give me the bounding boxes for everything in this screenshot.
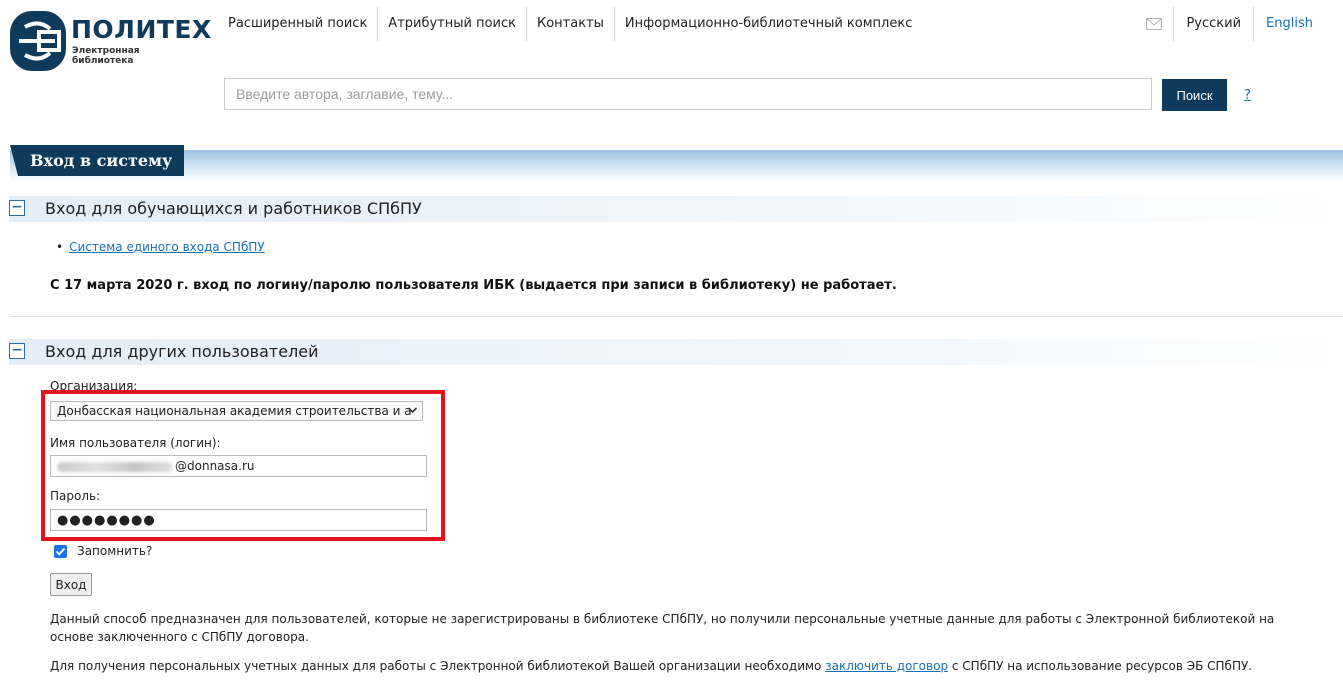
nav-attribute-search[interactable]: Атрибутный поиск xyxy=(378,7,527,41)
organization-label: Организация: xyxy=(50,379,138,393)
search-input[interactable] xyxy=(224,78,1152,110)
contract-link[interactable]: заключить договор xyxy=(825,659,948,673)
section-staff-header: − Вход для обучающихся и работников СПбП… xyxy=(9,196,1343,222)
username-field[interactable]: @donnasa.ru xyxy=(50,455,427,477)
password-label: Пароль: xyxy=(50,489,101,503)
info-line-2: основе заключенного с СПбПУ договора. xyxy=(50,630,309,644)
language-english[interactable]: English xyxy=(1254,7,1325,41)
section-others-collapse-toggle[interactable]: − xyxy=(9,343,25,359)
chevron-down-icon xyxy=(407,407,418,414)
brand-subtitle: Электронная библиотека xyxy=(72,46,140,66)
page-banner xyxy=(10,150,1343,182)
redacted-username xyxy=(57,461,173,472)
info-paragraph-2: Для получения персональных учетных данны… xyxy=(50,657,1252,675)
remember-me[interactable]: Запомнить? xyxy=(54,544,152,558)
list-item: Система единого входа СПбПУ xyxy=(68,240,265,254)
site-logo[interactable]: ПОЛИТЕХ Электронная библиотека xyxy=(9,10,211,76)
nav-library-complex[interactable]: Информационно-библиотечный комплекс xyxy=(615,7,922,41)
section-staff-title: Вход для обучающихся и работников СПбПУ xyxy=(45,199,422,218)
sso-login-link[interactable]: Система единого входа СПбПУ xyxy=(69,240,265,254)
section-others-header: − Вход для других пользователей xyxy=(9,339,1343,365)
nav-advanced-search[interactable]: Расширенный поиск xyxy=(218,7,379,41)
search-help-link[interactable]: ? xyxy=(1244,88,1251,103)
header-utilities: Русский English xyxy=(1135,7,1325,41)
username-domain: @donnasa.ru xyxy=(175,459,255,473)
mail-icon[interactable] xyxy=(1135,7,1175,41)
password-field[interactable]: ●●●●●●●● xyxy=(50,509,427,531)
brand-name: ПОЛИТЕХ xyxy=(71,15,212,44)
check-icon xyxy=(55,547,66,556)
section-others-title: Вход для других пользователей xyxy=(45,342,319,361)
organization-selected-value: Донбасская национальная академия строите… xyxy=(57,404,412,418)
organization-select[interactable]: Донбасская национальная академия строите… xyxy=(50,401,423,421)
top-navigation: Расширенный поиск Атрибутный поиск Конта… xyxy=(218,7,922,41)
section-staff-collapse-toggle[interactable]: − xyxy=(9,200,25,216)
username-label: Имя пользователя (логин): xyxy=(50,436,221,450)
login-notice: С 17 марта 2020 г. вход по логину/паролю… xyxy=(50,278,897,293)
language-russian[interactable]: Русский xyxy=(1174,7,1255,41)
section-divider xyxy=(10,316,1343,317)
info-line-1: Данный способ предназначен для пользоват… xyxy=(50,612,1275,626)
info-line-3-end: с СПбПУ на использование ресурсов ЭБ СПб… xyxy=(948,659,1253,673)
nav-contacts[interactable]: Контакты xyxy=(527,7,615,41)
sso-list: Система единого входа СПбПУ xyxy=(68,240,265,254)
politech-logo-icon xyxy=(10,11,66,71)
page-title: Вход в систему xyxy=(9,145,185,176)
search-button[interactable]: Поиск xyxy=(1162,79,1227,111)
info-paragraph-1: Данный способ предназначен для пользоват… xyxy=(50,610,1274,646)
remember-checkbox[interactable] xyxy=(54,544,67,558)
remember-label: Запомнить? xyxy=(77,544,153,558)
login-button[interactable]: Вход xyxy=(50,573,92,596)
info-line-3-start: Для получения персональных учетных данны… xyxy=(50,659,826,673)
